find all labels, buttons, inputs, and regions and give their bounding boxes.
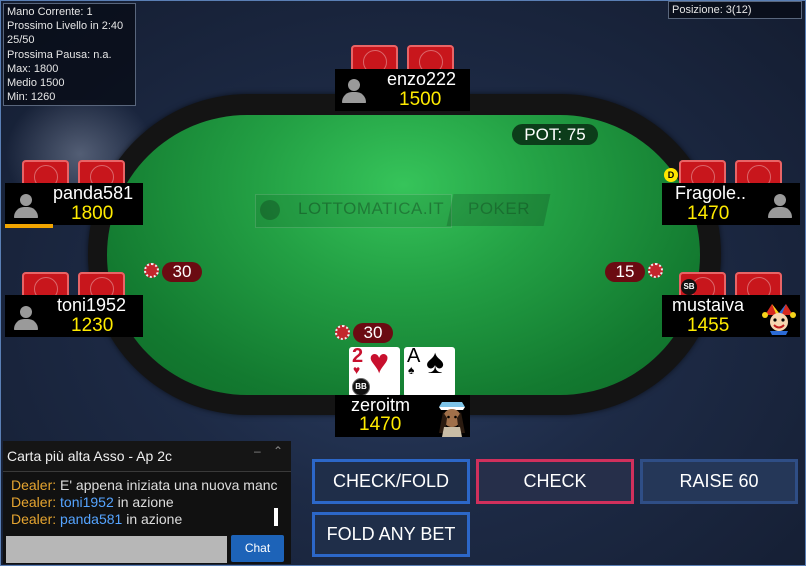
default-avatar-icon <box>14 194 38 218</box>
player-name: Fragole.. <box>675 183 747 203</box>
logo-product-text: POKER <box>468 199 531 218</box>
chat-text: in azione <box>113 494 174 510</box>
chat-user-link[interactable]: panda581 <box>60 511 122 527</box>
fold-any-bet-button[interactable]: FOLD ANY BET <box>312 512 470 557</box>
seat-hero[interactable]: zeroitm 1470 <box>335 395 470 437</box>
tournament-info-panel: Mano Corrente: 1 Prossimo Livello in 2:4… <box>3 3 136 106</box>
chat-input[interactable] <box>6 536 227 563</box>
player-name: toni1952 <box>57 295 127 315</box>
bet-amount: 30 <box>162 262 202 282</box>
seat-left-upper[interactable]: panda581 1800 <box>5 183 143 225</box>
player-name: zeroitm <box>351 395 411 415</box>
chat-sender: Dealer: <box>11 511 57 527</box>
player-name: panda581 <box>53 183 134 203</box>
chat-sender: Dealer: <box>11 477 57 493</box>
default-avatar-icon <box>14 306 38 330</box>
chat-message: Dealer: E' appena iniziata una nuova man… <box>11 477 278 493</box>
player-stack: 1230 <box>71 315 114 336</box>
player-stack: 1455 <box>687 315 730 336</box>
minimize-icon[interactable]: ‒ <box>254 444 261 458</box>
chat-message: Dealer: toni1952 in azione <box>11 494 174 510</box>
bet-amount: 15 <box>605 262 645 282</box>
chip-icon <box>335 325 350 340</box>
player-name: mustaiva <box>672 295 745 315</box>
seat-right-lower[interactable]: mustaiva 1455 <box>662 295 800 337</box>
info-line-next-level: Prossimo Livello in 2:40 <box>7 20 124 33</box>
seat-right-upper[interactable]: Fragole.. 1470 <box>662 183 800 225</box>
position-indicator: Posizione: 3(12) <box>668 1 802 19</box>
raise-button[interactable]: RAISE 60 <box>640 459 798 504</box>
logo-brand-text: LOTTOMATICA.IT <box>298 199 445 218</box>
chat-scrollbar[interactable] <box>274 508 278 526</box>
spade-suit-icon: ♠ <box>426 343 445 381</box>
hero-card-2: A ♠ ♠ <box>404 343 455 397</box>
chip-icon <box>144 263 159 278</box>
jester-avatar-icon <box>762 304 796 335</box>
card-suit-small-icon: ♥ <box>353 363 361 377</box>
info-line-avg: Medio 1500 <box>7 77 65 90</box>
info-line-hand: Mano Corrente: 1 <box>7 6 93 18</box>
logo-emblem-icon <box>260 200 280 220</box>
chip-icon <box>648 263 663 278</box>
chat-message: Dealer: panda581 in azione <box>11 511 182 527</box>
player-stack: 1470 <box>687 203 730 224</box>
seat-left-lower[interactable]: toni1952 1230 <box>5 295 143 337</box>
bet-amount: 30 <box>353 323 393 343</box>
info-line-min: Min: 1260 <box>7 91 56 104</box>
check-fold-button[interactable]: CHECK/FOLD <box>312 459 470 504</box>
card-suit-small-icon: ♠ <box>408 363 415 377</box>
character-avatar-icon <box>439 402 465 437</box>
player-stack: 1470 <box>359 414 402 435</box>
info-line-next-break: Prossima Pausa: n.a. <box>7 48 112 61</box>
chat-sender: Dealer: <box>11 494 57 510</box>
chevron-up-icon[interactable]: ⌃ <box>273 444 283 458</box>
chat-send-button[interactable]: Chat <box>231 535 284 562</box>
default-avatar-icon <box>342 79 366 103</box>
chat-user-link[interactable]: toni1952 <box>60 494 114 510</box>
info-line-blinds: 25/50 <box>7 34 35 47</box>
chat-header-title: Carta più alta Asso - Ap 2c <box>7 448 172 464</box>
seat-top[interactable]: enzo222 1500 <box>335 69 470 111</box>
chat-text: E' appena iniziata una nuova manc <box>56 477 278 493</box>
chat-text: in azione <box>122 511 183 527</box>
table-logo: LOTTOMATICA.IT POKER <box>255 194 551 228</box>
player-stack: 1500 <box>399 89 442 110</box>
heart-suit-icon: ♥ <box>369 343 390 381</box>
pot-display: POT: 75 <box>512 124 598 145</box>
player-name: enzo222 <box>387 69 457 89</box>
player-stack: 1800 <box>71 203 114 224</box>
check-button[interactable]: CHECK <box>476 459 634 504</box>
small-blind-badge: SB <box>681 279 697 295</box>
big-blind-badge: BB <box>352 378 370 396</box>
default-avatar-icon <box>768 194 792 218</box>
info-line-max: Max: 1800 <box>7 62 59 75</box>
dealer-button-badge: D <box>664 168 678 182</box>
chat-header: Carta più alta Asso - Ap 2c <box>3 441 291 472</box>
turn-timer-bar <box>5 224 53 228</box>
